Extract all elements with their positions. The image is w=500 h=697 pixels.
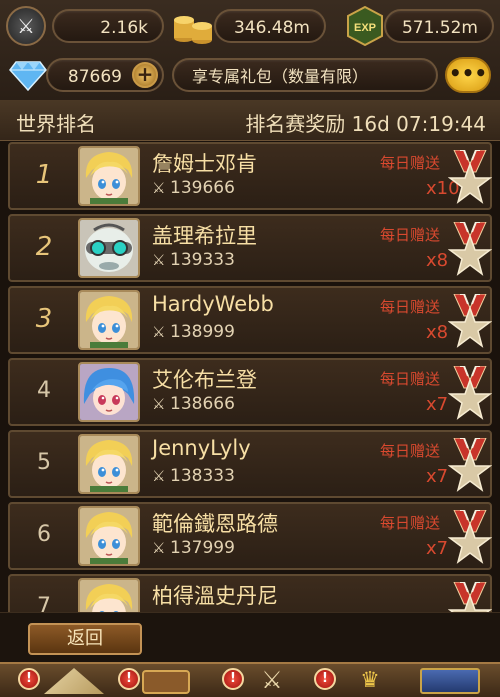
treasure-icon[interactable] [142,670,190,694]
back-button[interactable]: 返回 [28,623,142,655]
daily-gift-count: x7 [426,394,449,415]
player-name: 艾伦布兰登 [152,368,257,392]
exp-icon: EXP [344,5,386,47]
crossed-swords-icon: ⚔ [152,179,166,197]
crossed-swords-icon: ⚔ [152,251,166,269]
daily-gift-count: x8 [426,322,449,343]
daily-gift-count: x7 [426,466,449,487]
avatar[interactable] [78,290,140,350]
rank-number: 5 [37,450,51,475]
crossed-swords-icon: ⚔ [152,323,166,341]
exp-badge: EXP [354,22,376,34]
player-name: 範倫鐵恩路德 [152,512,278,536]
star-medal-icon[interactable] [447,581,493,612]
power-counter: 2.16k [52,9,164,43]
avatar[interactable] [78,146,140,206]
avatar[interactable] [78,362,140,422]
daily-gift-count: x7 [426,538,449,559]
bottom-dock: ! ! ! ⚔ ! ♛ [0,662,500,697]
gems-value: 87669 [67,67,122,87]
chat-glyph: ••• [448,61,488,85]
gold-value: 346.48m [233,18,310,38]
diamond-icon [8,56,48,92]
promo-text: 享专属礼包（数量有限） [192,67,369,86]
daily-gift-count: x8 [426,250,449,271]
daily-gift-label: 每日赠送 [380,370,441,388]
add-gems-button[interactable]: + [132,62,158,88]
avatar[interactable] [78,578,140,612]
footer-bar: 返回 [0,612,500,663]
power-value: 139666 [170,178,235,198]
player-name: JennyLyly [152,436,251,460]
crown-icon[interactable]: ♛ [340,668,400,694]
promo-banner[interactable]: 享专属礼包（数量有限） [172,58,438,92]
rank-number: 1 [35,160,53,190]
gold-coins-icon [172,6,216,46]
avatar[interactable] [78,434,140,494]
star-medal-icon[interactable] [447,149,493,204]
crossed-swords-icon[interactable]: ⚔ [6,6,46,46]
alert-icon[interactable]: ! [18,668,40,690]
power-stat: ⚔ 139333 [152,250,235,270]
crossed-swords-icon: ⚔ [152,539,166,557]
ranking-row[interactable]: 4 艾伦布兰登 ⚔ 138666 每日赠送 x7 [8,358,493,426]
power-stat: ⚔ 137999 [152,538,235,558]
alert-icon[interactable]: ! [222,668,244,690]
ranking-reward-timer: 排名赛奖励 16d 07:19:44 [245,112,486,136]
swords-icon[interactable]: ⚔ [246,666,298,694]
daily-gift-label: 每日赠送 [380,442,441,460]
player-name: 詹姆士邓肯 [152,152,257,176]
power-value: 138333 [170,466,235,486]
power-stat: ⚔ 138999 [152,322,235,342]
rank-number: 3 [35,304,53,334]
player-name: 盖理希拉里 [152,224,257,248]
rank-number: 2 [35,232,53,262]
rank-number: 7 [37,594,51,612]
ranking-row[interactable]: 7 柏得溫史丹尼 [8,574,493,612]
star-medal-icon[interactable] [447,293,493,348]
power-stat: ⚔ 138333 [152,466,235,486]
player-name: 柏得溫史丹尼 [152,584,278,608]
star-medal-icon[interactable] [447,509,493,564]
tent-icon[interactable] [44,668,104,694]
daily-gift-label: 每日赠送 [380,514,441,532]
exp-counter: 571.52m [384,9,494,43]
avatar[interactable] [78,218,140,278]
daily-gift-label: 每日赠送 [380,298,441,316]
ranking-row[interactable]: 5 JennyLyly ⚔ 138333 每日赠送 x7 [8,430,493,498]
power-value: 138999 [170,322,235,342]
gold-counter: 346.48m [214,9,326,43]
alert-icon[interactable]: ! [314,668,336,690]
daily-gift-label: 每日赠送 [380,154,441,172]
exp-value: 571.52m [401,18,478,38]
ranking-list[interactable]: 1 詹姆士邓肯 ⚔ 139666 每日赠送 x10 2 盖理希拉里 ⚔ 139333… [6,140,494,612]
ranking-row[interactable]: 2 盖理希拉里 ⚔ 139333 每日赠送 x8 [8,214,493,282]
alert-icon[interactable]: ! [118,668,140,690]
player-name: HardyWebb [152,292,274,316]
power-stat: ⚔ 138666 [152,394,235,414]
power-stat: ⚔ 139666 [152,178,235,198]
resource-bar: ⚔ 2.16k 346.48m EXP 571.52m 87669 + 享专属礼… [0,0,500,102]
power-value: 2.16k [100,18,148,38]
star-medal-icon[interactable] [447,221,493,276]
ranking-row[interactable]: 3 HardyWebb ⚔ 138999 每日赠送 x8 [8,286,493,354]
ranking-header: 世界排名 排名赛奖励 16d 07:19:44 [0,100,500,141]
power-value: 139333 [170,250,235,270]
crossed-swords-icon: ⚔ [152,467,166,485]
ranking-row[interactable]: 6 範倫鐵恩路德 ⚔ 137999 每日赠送 x7 [8,502,493,570]
ranking-row[interactable]: 1 詹姆士邓肯 ⚔ 139666 每日赠送 x10 [8,142,493,210]
star-medal-icon[interactable] [447,437,493,492]
back-label: 返回 [67,628,103,649]
ranking-title: 世界排名 [16,112,96,136]
power-value: 138666 [170,394,235,414]
daily-gift-label: 每日赠送 [380,226,441,244]
crossed-swords-icon: ⚔ [152,395,166,413]
power-value: 137999 [170,538,235,558]
chat-bubble-icon[interactable]: ••• [445,57,491,93]
star-medal-icon[interactable] [447,365,493,420]
banner-icon[interactable] [420,668,480,694]
avatar[interactable] [78,506,140,566]
rank-number: 6 [37,522,51,547]
rank-number: 4 [37,378,51,403]
